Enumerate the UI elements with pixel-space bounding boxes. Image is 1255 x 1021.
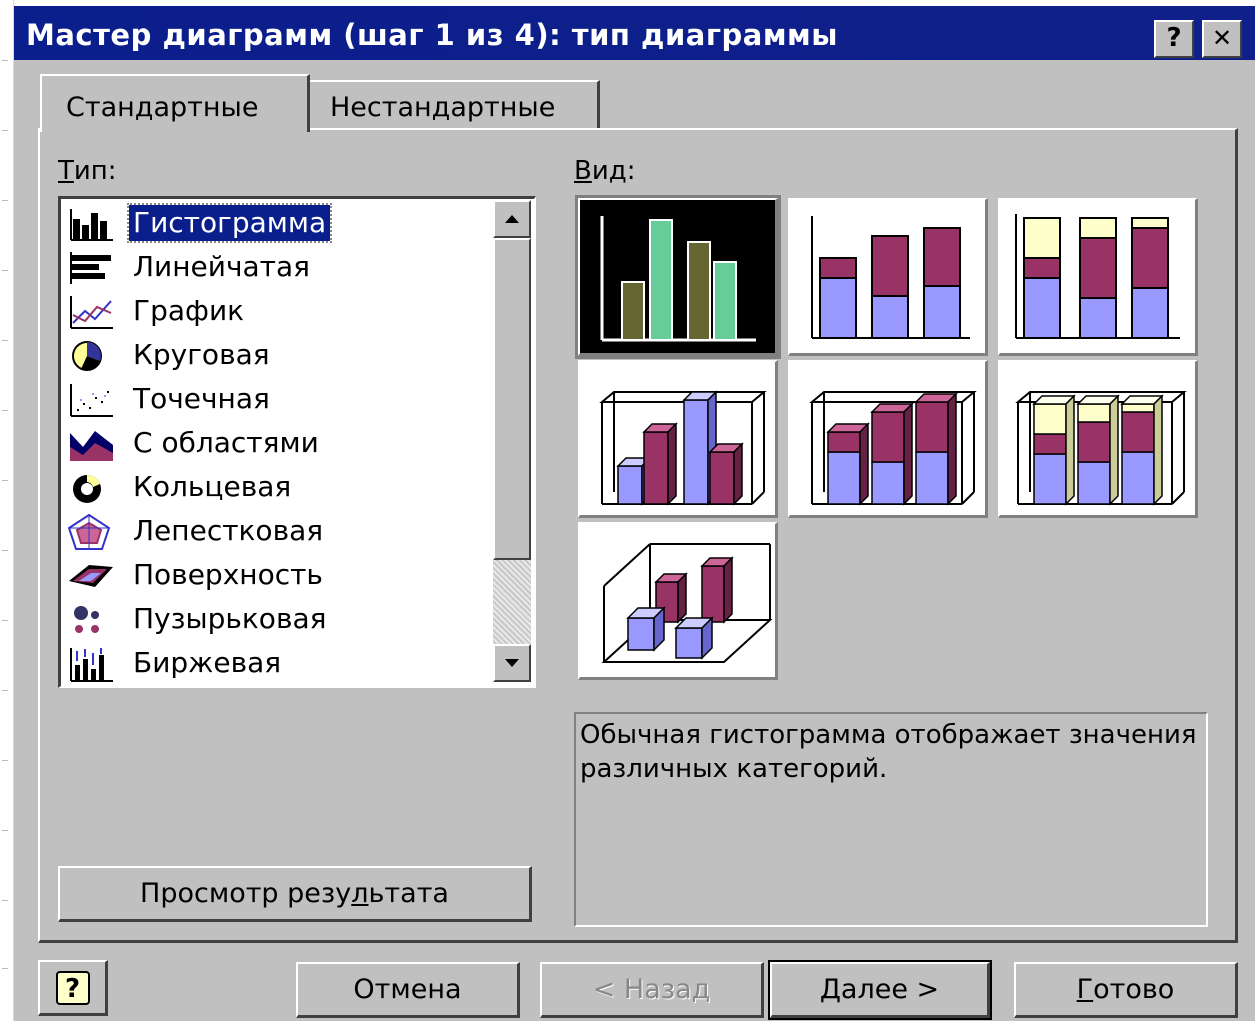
list-item-label: Гистограмма [126,203,333,243]
close-button[interactable]: ✕ [1202,20,1242,58]
subtype-clustered-column-3d-effect[interactable] [578,360,778,518]
percent-stacked-column-icon [1015,214,1180,339]
list-item[interactable]: График [67,291,497,331]
list-item[interactable]: С областями [67,423,497,463]
back-button: < Назад [540,962,764,1018]
office-assistant-button[interactable]: ? [38,960,108,1016]
tab-standard-types[interactable]: Стандартные [40,74,310,132]
scroll-up-button[interactable] [493,200,531,238]
bar-chart-icon [70,252,111,284]
view-label: Вид: [574,156,636,186]
subtype-stacked-column-3d-effect[interactable] [788,360,988,518]
list-scrollbar[interactable] [493,200,531,682]
tab-label: Нестандартные [330,92,556,123]
bubble-chart-icon [74,606,99,633]
list-item[interactable]: Биржевая [67,643,497,683]
percent-stacked-column-3d-icon [1015,391,1187,506]
scatter-chart-icon [70,384,113,417]
preview-result-button[interactable]: Просмотр результата [58,866,532,922]
doughnut-chart-icon [73,475,101,503]
list-item-label: Круговая [133,338,270,371]
stacked-column-icon [811,216,970,339]
list-item-label: С областями [133,426,319,459]
window-title: Мастер диаграмм (шаг 1 из 4): тип диагра… [26,18,838,52]
subtype-3d-column[interactable] [578,522,778,680]
list-item[interactable]: Круговая [67,335,497,375]
list-item[interactable]: Гистограмма [67,203,497,243]
finish-button[interactable]: Готово [1014,962,1238,1018]
list-item[interactable]: Точечная [67,379,497,419]
clustered-column-icon [600,216,756,342]
list-item[interactable]: Пузырьковая [67,599,497,639]
subtype-percent-stacked-column[interactable] [998,198,1198,356]
background-sheet-edge [0,0,14,1021]
clustered-column-3d-icon [599,390,767,506]
type-label: Тип: [58,156,117,186]
surface-chart-icon [69,565,113,587]
next-button[interactable]: Далее > [768,960,992,1020]
help-icon: ? [55,971,90,1005]
stock-chart-icon [70,648,113,682]
column-chart-icon [70,208,114,241]
list-item[interactable]: Линейчатая [67,247,497,287]
list-item[interactable]: Лепестковая [67,511,497,551]
list-item-label: Линейчатая [133,250,310,283]
tab-custom-types[interactable]: Нестандартные [308,80,600,130]
list-item-label: Лепестковая [133,514,324,547]
list-item-label: Биржевая [133,646,282,679]
arrow-down-icon [505,659,519,667]
help-title-button[interactable]: ? [1154,20,1194,58]
scroll-thumb[interactable] [493,238,531,560]
subtype-percent-stacked-column-3d-effect[interactable] [998,360,1198,518]
line-chart-icon [70,296,113,329]
list-item[interactable]: Кольцевая [67,467,497,507]
list-item-label: График [133,294,245,327]
list-item-label: Поверхность [133,558,323,591]
list-item-label: Точечная [133,382,270,415]
arrow-up-icon [505,215,519,223]
subtype-clustered-column[interactable] [575,195,781,359]
list-item-label: Кольцевая [133,470,292,503]
area-chart-icon [70,431,113,461]
tab-label: Стандартные [66,92,259,123]
list-item[interactable]: Поверхность [67,555,497,595]
chart-type-list[interactable]: Гистограмма Линейчатая График Круговая Т… [58,196,536,688]
chart-description: Обычная гистограмма отображает значения … [574,712,1208,927]
cancel-button[interactable]: Отмена [296,962,520,1018]
radar-chart-icon [67,513,111,550]
subtype-stacked-column[interactable] [788,198,988,356]
pie-chart-icon [72,341,102,371]
scroll-down-button[interactable] [493,644,531,682]
column-3d-icon [601,543,773,663]
stacked-column-3d-icon [809,391,977,506]
title-bar: Мастер диаграмм (шаг 1 из 4): тип диагра… [14,6,1255,60]
list-item-label: Пузырьковая [133,602,327,635]
